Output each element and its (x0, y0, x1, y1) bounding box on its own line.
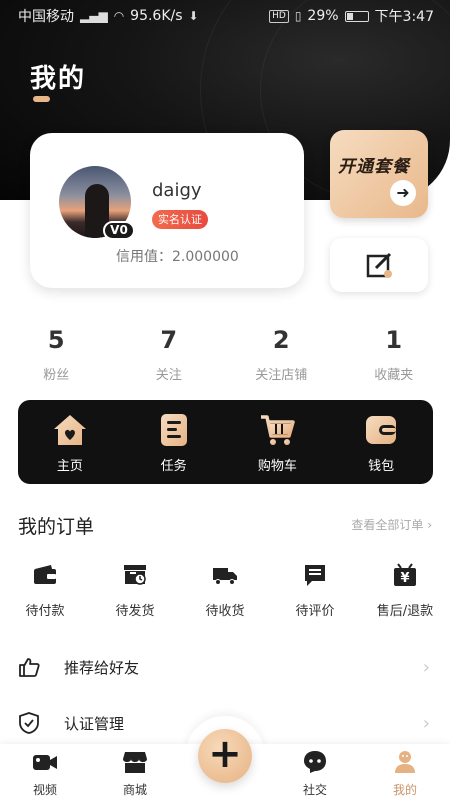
chat-icon (304, 751, 326, 773)
tab-video[interactable]: 视频 (15, 749, 75, 798)
tab-label: 视频 (32, 783, 57, 797)
open-plan-button[interactable]: 开通套餐 ➜ (330, 130, 428, 218)
page-title: 我的 (30, 64, 87, 94)
order-status-row: 待付款 待发货 待收货 待评价 ¥ 售后/退款 (0, 562, 450, 619)
video-icon (33, 755, 57, 770)
battery-percent: 29% (307, 8, 339, 24)
tab-label: 商城 (122, 783, 147, 797)
quick-menu-wallet[interactable]: 钱包 (329, 400, 433, 484)
order-pending-shipment[interactable]: 待发货 (90, 562, 180, 619)
order-label: 待评价 (295, 604, 335, 619)
chevron-right-icon: › (422, 656, 430, 678)
title-underline (33, 96, 50, 102)
order-refund[interactable]: ¥ 售后/退款 (360, 562, 450, 619)
vibrate-icon: ▯ (294, 9, 302, 23)
stat-label: 粉丝 (43, 368, 70, 383)
shop-icon (123, 752, 147, 773)
stat-value: 7 (160, 326, 178, 354)
edit-icon (366, 252, 392, 278)
tab-social[interactable]: 社交 (285, 749, 345, 798)
shield-check-icon (19, 712, 39, 734)
stat-value: 2 (272, 326, 290, 354)
status-bar: 中国移动 ▂▄▆ ◠ 95.6K/s ⬇ HD ▯ 29% 下午3:47 (0, 0, 450, 32)
plus-icon: + (208, 731, 242, 777)
order-label: 待收货 (205, 604, 245, 619)
stat-fans[interactable]: 5 粉丝 (0, 326, 113, 383)
refund-icon: ¥ (394, 563, 416, 586)
stats-row: 5 粉丝 7 关注 2 关注店铺 1 收藏夹 (0, 326, 450, 383)
stat-value: 5 (47, 326, 65, 354)
cart-icon (261, 415, 296, 445)
order-pending-review[interactable]: 待评价 (270, 562, 360, 619)
home-icon (53, 415, 86, 445)
add-button[interactable]: + (198, 729, 252, 783)
stat-followed-shops[interactable]: 2 关注店铺 (225, 326, 338, 383)
list-item-recommend[interactable]: 推荐给好友 › (0, 642, 450, 692)
quick-menu: 主页 任务 购物车 钱包 (18, 400, 433, 484)
tab-label: 社交 (302, 783, 327, 797)
chevron-right-icon: › (422, 712, 430, 734)
profile-icon (395, 751, 415, 773)
stat-value: 1 (385, 326, 403, 354)
tab-mine[interactable]: 我的 (375, 749, 435, 798)
level-badge: V0 (103, 221, 135, 240)
quick-menu-label: 主页 (56, 459, 83, 474)
network-speed: 95.6K/s (130, 8, 183, 24)
quick-menu-label: 购物车 (257, 459, 297, 474)
quick-menu-home[interactable]: 主页 (18, 400, 122, 484)
orders-title: 我的订单 (18, 516, 95, 538)
stat-following[interactable]: 7 关注 (113, 326, 226, 383)
list-label: 认证管理 (64, 714, 125, 733)
thumbs-up-icon (19, 658, 40, 677)
verified-badge[interactable]: 实名认证 (152, 210, 208, 229)
package-clock-icon (124, 565, 146, 585)
profile-card[interactable]: V0 daigy 实名认证 信用值：2.000000 (30, 133, 304, 288)
stat-label: 关注店铺 (255, 368, 308, 383)
truck-icon (213, 568, 237, 585)
order-label: 售后/退款 (376, 604, 434, 619)
plan-label: 开通套餐 (338, 157, 410, 177)
list-label: 推荐给好友 (64, 658, 140, 677)
view-all-orders-link[interactable]: 查看全部订单 › (351, 516, 432, 533)
wallet-icon (366, 416, 397, 444)
hd-icon: HD (269, 9, 289, 23)
battery-icon (344, 10, 369, 22)
quick-menu-task[interactable]: 任务 (122, 400, 226, 484)
quick-menu-label: 钱包 (368, 459, 395, 474)
carrier-label: 中国移动 (18, 9, 74, 25)
quick-menu-cart[interactable]: 购物车 (226, 400, 330, 484)
arrow-right-icon: ➜ (390, 180, 416, 206)
comment-icon (305, 565, 325, 586)
quick-menu-label: 任务 (160, 459, 187, 474)
order-pending-payment[interactable]: 待付款 (0, 562, 90, 619)
task-icon (160, 414, 187, 446)
tab-shop[interactable]: 商城 (105, 749, 165, 798)
wifi-icon: ◠ (113, 9, 125, 23)
order-label: 待付款 (25, 604, 65, 619)
edit-profile-button[interactable] (330, 238, 428, 292)
stat-label: 关注 (155, 368, 182, 383)
credit-value: 信用值：2.000000 (116, 249, 239, 265)
svg-text:¥: ¥ (400, 571, 409, 586)
order-label: 待发货 (115, 604, 155, 619)
order-pending-receipt[interactable]: 待收货 (180, 562, 270, 619)
stat-label: 收藏夹 (374, 368, 414, 383)
wallet-icon (34, 565, 56, 584)
tab-label: 我的 (392, 783, 417, 797)
download-icon: ⬇ (188, 9, 199, 23)
username: daigy (152, 180, 202, 201)
stat-favorites[interactable]: 1 收藏夹 (338, 326, 450, 383)
signal-icon: ▂▄▆ (80, 9, 108, 23)
clock: 下午3:47 (374, 9, 434, 25)
